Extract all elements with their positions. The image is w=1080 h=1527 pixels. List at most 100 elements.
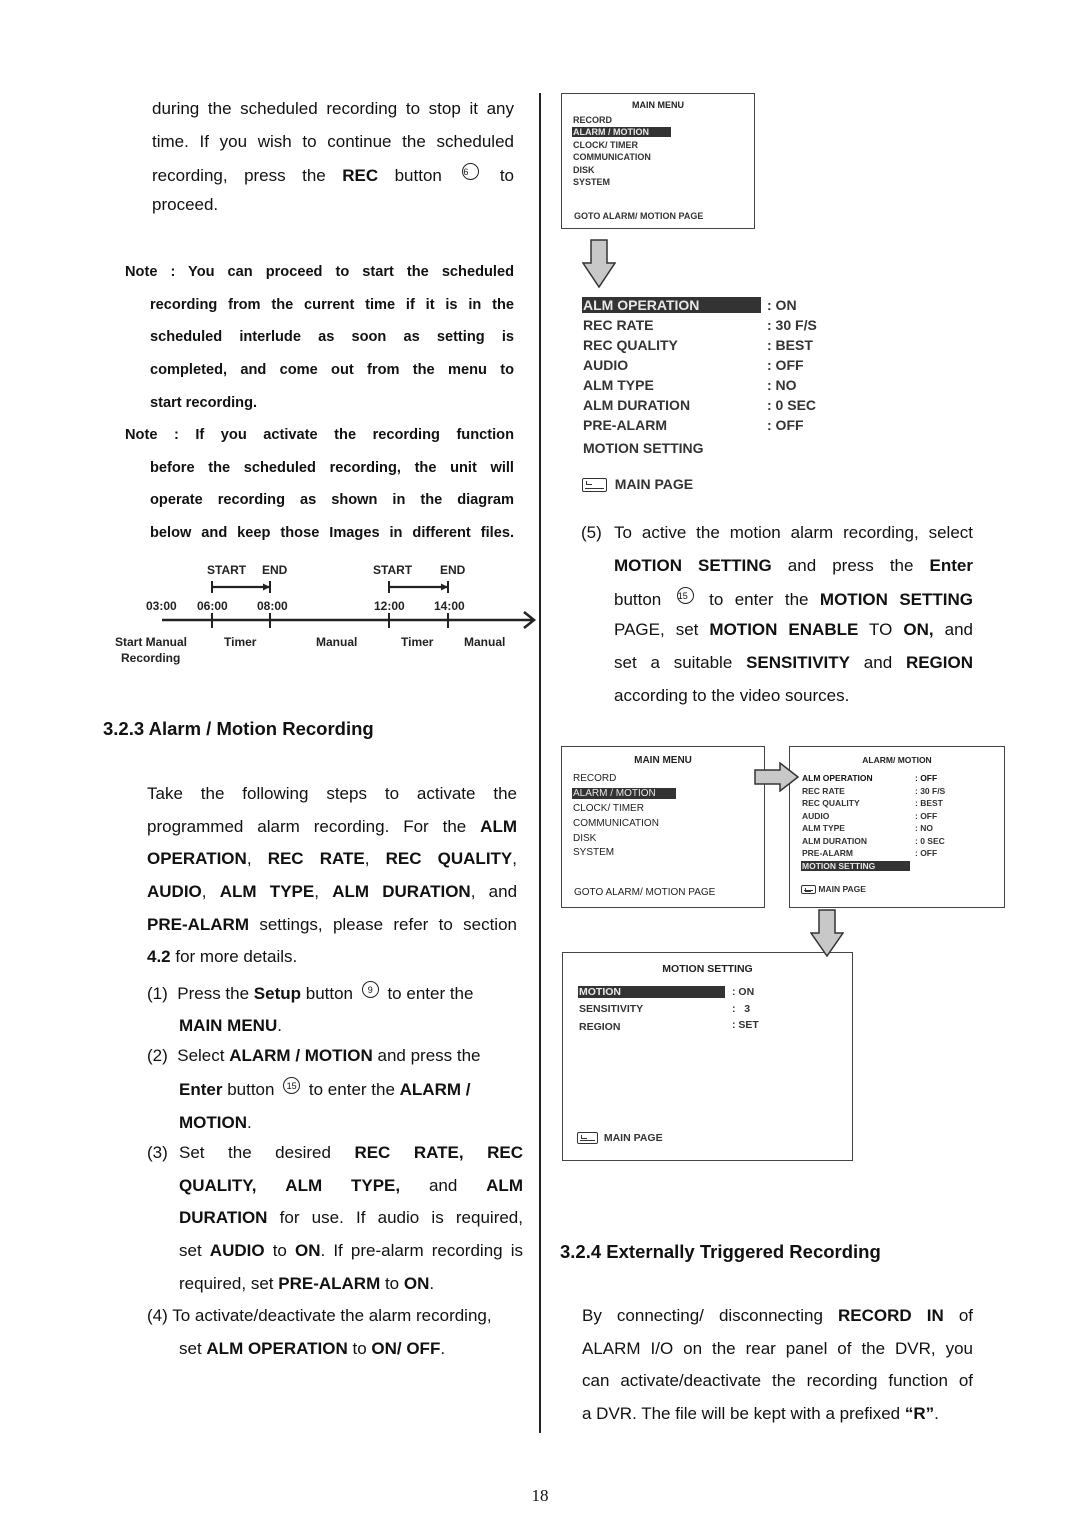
alarm-row-alm-duration[interactable]: ALM DURATION: 0 SEC (583, 397, 816, 413)
segment-label: Start Manual (115, 635, 187, 649)
note-line: completed, and come out from the menu to (150, 362, 514, 379)
time-tick-label: 14:00 (434, 599, 465, 613)
alarm-row-motion-setting[interactable]: MOTION SETTING (583, 440, 704, 456)
enter-key-icon (577, 1132, 598, 1145)
segment-label: Recording (121, 651, 180, 665)
menu-item-record[interactable]: RECORD (573, 115, 612, 125)
alarm-row-motion-setting[interactable]: MOTION SETTING (801, 861, 910, 871)
osd-title: ALARM/ MOTION (682, 273, 798, 289)
recording-timeline-diagram: START END START END 03:00 06:00 08:00 12… (115, 563, 537, 665)
alarm-row-audio[interactable]: AUDIO: OFF (583, 357, 804, 373)
alarm-row-alm-duration[interactable]: ALM DURATION: 0 SEC (802, 836, 945, 846)
segment-label: Timer (401, 635, 434, 649)
note-line: operate recording as shown in the diagra… (150, 492, 514, 509)
intro-line: recording, press the REC button 6 to (152, 158, 514, 193)
range-start-label: START (207, 563, 247, 577)
intro-line: PRE-ALARM settings, please refer to sect… (147, 914, 517, 934)
intro-line: during the scheduled recording to stop i… (152, 99, 514, 118)
column-divider (539, 93, 541, 1433)
note-line: recording from the current time if it is… (150, 296, 514, 313)
note-line: start recording. (150, 394, 258, 411)
step-3: (3) Set the desired REC RATE, REC QUALIT… (147, 1137, 523, 1300)
motion-setting-screen: MOTION SETTING MOTION: ON SENSITIVITY: 3… (562, 952, 853, 1161)
section-3-2-3-title: 3.2.3 Alarm / Motion Recording (103, 718, 374, 739)
step-line: required, set PRE-ALARM to ON. (179, 1273, 435, 1293)
goto-alarm-motion-page[interactable]: GOTO ALARM/ MOTION PAGE (574, 887, 715, 898)
menu-item-clock-timer[interactable]: CLOCK/ TIMER (573, 803, 644, 814)
step-line: DURATION for use. If audio is required, (179, 1208, 523, 1228)
step-2: (2) Select ALARM / MOTION and press the … (147, 1046, 481, 1132)
setup-button-number-icon: 9 (361, 981, 379, 998)
alarm-motion-screen-2: ALARM/ MOTION ALM OPERATION: OFF REC RAT… (789, 746, 1005, 908)
main-page-link[interactable]: MAIN PAGE (801, 884, 866, 895)
alarm-row-rec-rate[interactable]: REC RATE: 30 F/S (583, 317, 817, 333)
osd-title: MAIN MENU (632, 100, 684, 110)
motion-row-motion[interactable]: MOTION: ON (578, 986, 754, 998)
main-page-link[interactable]: MAIN PAGE (582, 476, 693, 493)
osd-title: ALARM/ MOTION (862, 755, 932, 765)
step-4: (4) To activate/deactivate the alarm rec… (147, 1306, 492, 1358)
intro-line: OPERATION, REC RATE, REC QUALITY, (147, 849, 518, 869)
step-line: Set the desired REC RATE, REC (179, 1143, 523, 1162)
body-line: ALARM I/O on the rear panel of the DVR, … (582, 1338, 973, 1358)
alarm-row-pre-alarm[interactable]: PRE-ALARM: OFF (583, 417, 804, 433)
time-tick-label: 08:00 (257, 599, 288, 613)
menu-item-communication[interactable]: COMMUNICATION (573, 152, 651, 162)
step-5: (5) To active the motion alarm recording… (581, 517, 973, 712)
alarm-row-alm-operation[interactable]: ALM OPERATION: OFF (802, 773, 937, 783)
segment-label: Manual (464, 635, 505, 649)
note-line: Note : You can proceed to start the sche… (125, 264, 514, 280)
menu-item-system[interactable]: SYSTEM (573, 847, 614, 858)
alarm-row-alm-type[interactable]: ALM TYPE: NO (583, 377, 797, 393)
alarm-row-audio[interactable]: AUDIO: OFF (802, 811, 937, 821)
rec-button-number-icon: 6 (462, 163, 480, 181)
goto-alarm-motion-page[interactable]: GOTO ALARM/ MOTION PAGE (574, 211, 703, 221)
intro-line: programmed alarm recording. For the ALM (147, 816, 517, 836)
note-line: scheduled interlude as soon as setting i… (150, 329, 514, 346)
step-line: MOTION SETTING and press the Enter (614, 555, 973, 575)
body-line: a DVR. The file will be kept with a pref… (582, 1404, 939, 1424)
enter-key-icon (582, 478, 607, 493)
menu-item-disk[interactable]: DISK (573, 833, 596, 844)
main-page-link[interactable]: MAIN PAGE (577, 1132, 663, 1145)
intro-line: time. If you wish to continue the schedu… (152, 131, 514, 151)
section-3-2-3-intro: Take the following steps to activate the… (147, 778, 517, 974)
menu-item-disk[interactable]: DISK (573, 165, 595, 175)
menu-item-clock-timer[interactable]: CLOCK/ TIMER (573, 140, 638, 150)
step-line: button 15 to enter the MOTION SETTING (614, 582, 973, 617)
intro-line: Take the following steps to activate the (147, 784, 517, 803)
step-line: PAGE, set MOTION ENABLE TO ON, and (614, 620, 973, 640)
body-line: can activate/deactivate the recording fu… (582, 1371, 973, 1391)
time-tick-label: 03:00 (146, 599, 177, 613)
step-line: according to the video sources. (614, 685, 850, 705)
range-end-label: END (440, 563, 466, 577)
alarm-row-pre-alarm[interactable]: PRE-ALARM: OFF (802, 848, 937, 858)
intro-line: AUDIO, ALM TYPE, ALM DURATION, and (147, 882, 518, 902)
alarm-row-rec-quality[interactable]: REC QUALITY: BEST (802, 798, 943, 808)
alarm-row-rec-quality[interactable]: REC QUALITY: BEST (583, 337, 813, 353)
menu-item-alarm-motion[interactable]: ALARM / MOTION (572, 127, 671, 137)
main-menu-screen-2: MAIN MENU RECORD ALARM / MOTION CLOCK/ T… (561, 746, 765, 908)
menu-item-alarm-motion[interactable]: ALARM / MOTION (572, 788, 676, 799)
page-number: 18 (531, 1486, 549, 1505)
menu-item-system[interactable]: SYSTEM (573, 177, 610, 187)
enter-button-number-icon: 15 (676, 587, 694, 605)
section-3-2-4-body: By connecting/ disconnecting RECORD IN o… (582, 1300, 973, 1431)
segment-label: Manual (316, 635, 357, 649)
alarm-row-rec-rate[interactable]: REC RATE: 30 F/S (802, 786, 945, 796)
down-arrow-icon (810, 909, 844, 957)
motion-row-sensitivity[interactable]: SENSITIVITY: 3 (579, 1003, 750, 1015)
osd-title: MOTION SETTING (662, 963, 753, 975)
menu-item-record[interactable]: RECORD (573, 773, 616, 784)
menu-item-communication[interactable]: COMMUNICATION (573, 818, 659, 829)
intro-line: proceed. (152, 195, 219, 215)
alarm-row-alm-operation[interactable]: ALM OPERATION: ON (582, 297, 797, 313)
intro-line: 4.2 for more details. (147, 947, 298, 967)
timer-range-1 (211, 581, 271, 593)
alarm-row-alm-type[interactable]: ALM TYPE: NO (802, 823, 933, 833)
motion-row-region[interactable]: REGION: SET (579, 1019, 759, 1033)
main-menu-screen-1: MAIN MENU RECORD ALARM / MOTION CLOCK/ T… (561, 93, 755, 229)
step-line: To active the motion alarm recording, se… (614, 523, 973, 542)
intro-paragraph: during the scheduled recording to stop i… (152, 93, 514, 222)
note-line: below and keep those Images in different… (150, 525, 514, 542)
